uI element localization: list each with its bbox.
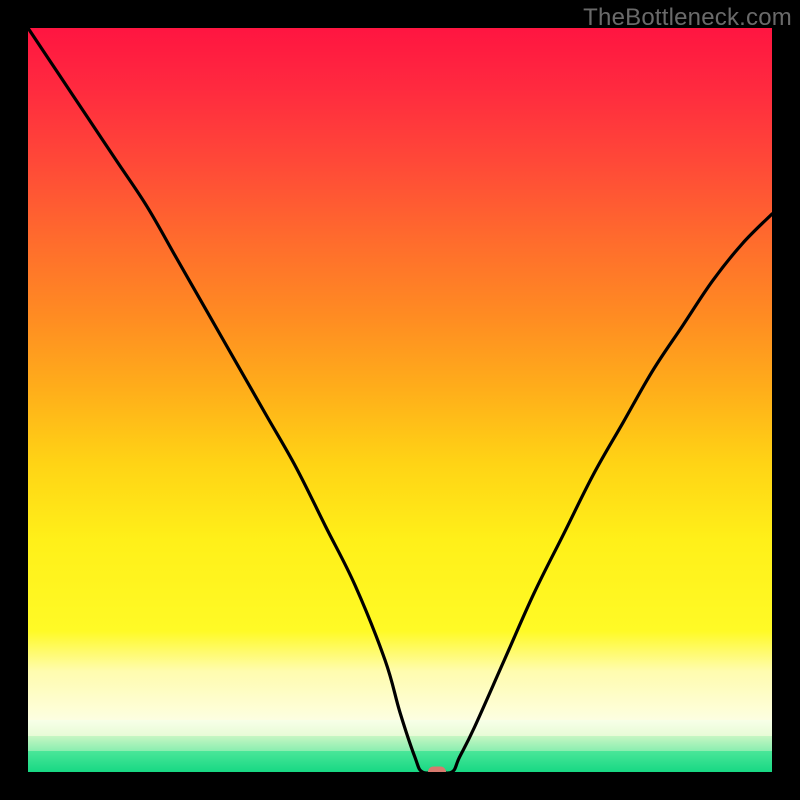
optimum-marker-icon xyxy=(428,767,446,773)
plot-area xyxy=(28,28,772,772)
watermark-text: TheBottleneck.com xyxy=(583,4,792,32)
chart-canvas: TheBottleneck.com xyxy=(0,0,800,800)
bottleneck-curve xyxy=(28,28,772,772)
